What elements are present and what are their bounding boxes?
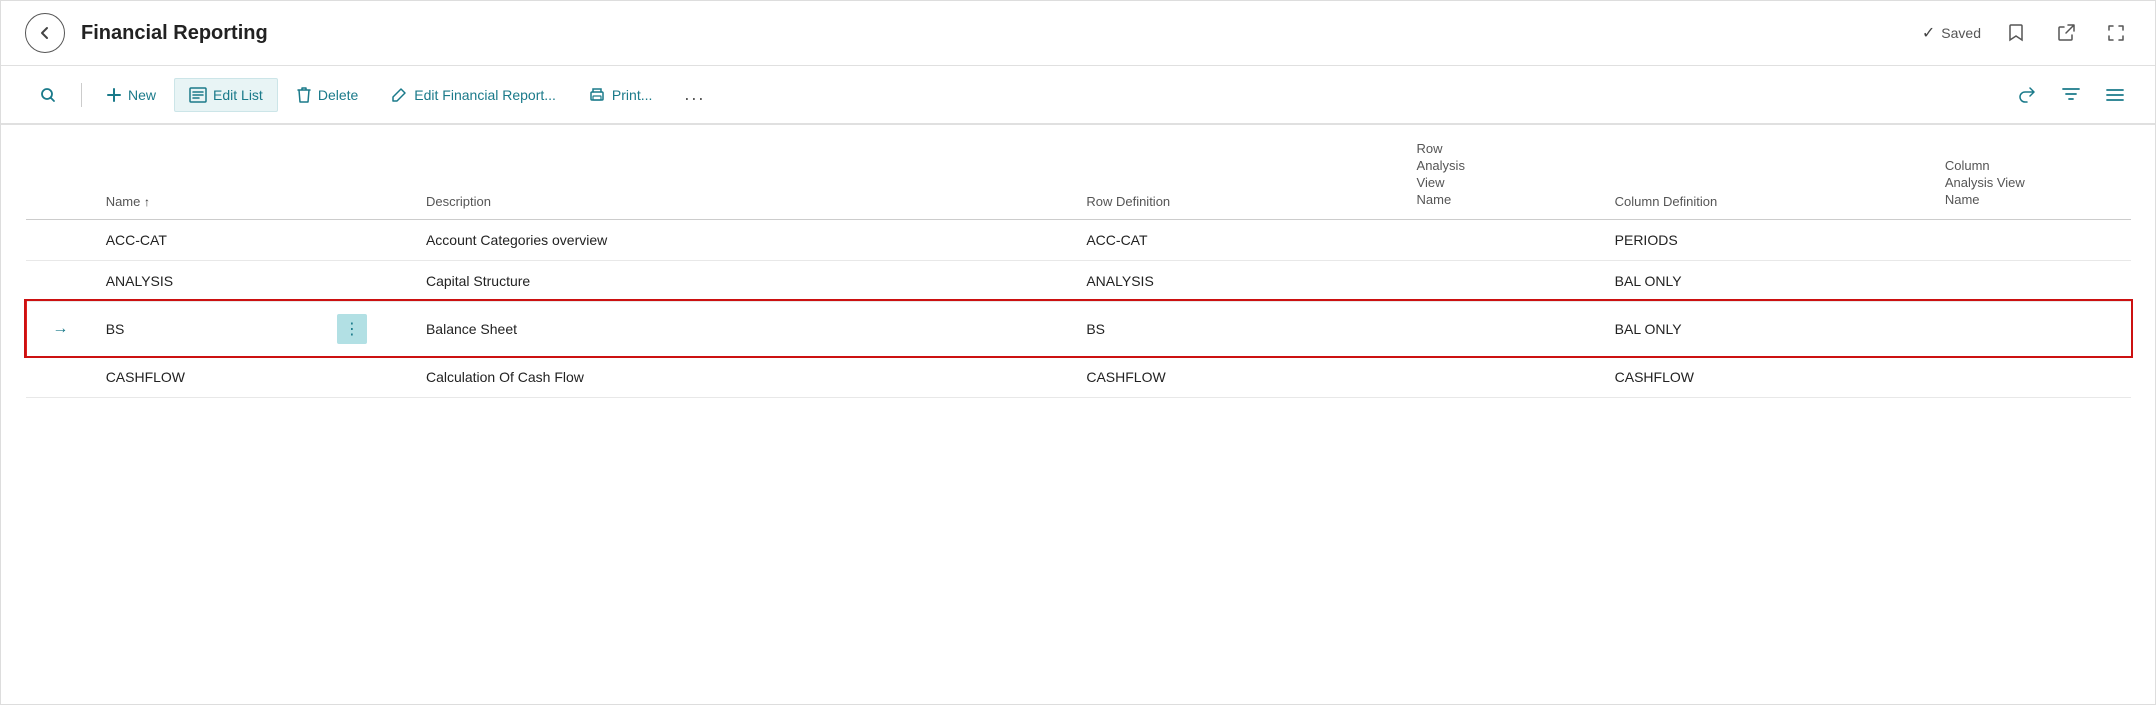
table-body: ACC-CATAccount Categories overviewACC-CA… — [26, 219, 2131, 397]
toolbar-right — [2011, 79, 2131, 111]
toolbar-separator-1 — [81, 83, 82, 107]
col-colanalysis-label: ColumnAnalysis ViewName — [1945, 158, 2025, 207]
table-row[interactable]: ACC-CATAccount Categories overviewACC-CA… — [26, 219, 2131, 260]
table-container: Name ↑ Description Row Definition RowAna… — [1, 125, 2155, 398]
cell-column-definition: BAL ONLY — [1603, 301, 1933, 356]
cell-description: Account Categories overview — [414, 219, 1074, 260]
cell-row-definition: ANALYSIS — [1074, 260, 1404, 301]
col-desc-label: Description — [426, 194, 491, 209]
more-label: ... — [684, 84, 705, 105]
row-arrow-indicator — [26, 260, 94, 301]
cell-column-analysis-view-name — [1933, 219, 2131, 260]
cell-action — [325, 219, 414, 260]
cell-action: ⋮ — [325, 301, 414, 356]
cell-column-definition: BAL ONLY — [1603, 260, 1933, 301]
cell-column-analysis-view-name — [1933, 301, 2131, 356]
row-context-menu-button[interactable]: ⋮ — [337, 314, 367, 344]
app-container: Financial Reporting ✓ Saved — [0, 0, 2156, 705]
more-button[interactable]: ... — [670, 76, 719, 113]
col-rowdef-header[interactable]: Row Definition — [1074, 125, 1404, 219]
col-desc-header[interactable]: Description — [414, 125, 1074, 219]
col-name-header[interactable]: Name ↑ — [94, 125, 325, 219]
cell-description: Capital Structure — [414, 260, 1074, 301]
cell-name: ACC-CAT — [94, 219, 325, 260]
cell-row-analysis-view-name — [1405, 356, 1603, 397]
table-row[interactable]: CASHFLOWCalculation Of Cash FlowCASHFLOW… — [26, 356, 2131, 397]
edit-report-button[interactable]: Edit Financial Report... — [376, 78, 570, 112]
expand-button[interactable] — [2101, 18, 2131, 48]
new-label: New — [128, 87, 156, 103]
edit-report-label: Edit Financial Report... — [414, 87, 556, 103]
search-button[interactable] — [25, 78, 71, 112]
table-row[interactable]: ANALYSISCapital StructureANALYSISBAL ONL… — [26, 260, 2131, 301]
cell-name: ANALYSIS — [94, 260, 325, 301]
table-row[interactable]: →BS⋮Balance SheetBSBAL ONLY — [26, 301, 2131, 356]
print-button[interactable]: Print... — [574, 78, 666, 112]
print-label: Print... — [612, 87, 652, 103]
page-title: Financial Reporting — [81, 22, 1906, 45]
open-in-new-button[interactable] — [2051, 18, 2081, 48]
columns-button[interactable] — [2099, 79, 2131, 111]
edit-list-button[interactable]: Edit List — [174, 78, 278, 112]
row-arrow-indicator — [26, 219, 94, 260]
filter-button[interactable] — [2055, 79, 2087, 111]
row-arrow-indicator — [26, 356, 94, 397]
cell-action — [325, 260, 414, 301]
cell-row-definition: BS — [1074, 301, 1404, 356]
toolbar: New Edit List Delete Edit Financial Repo… — [1, 66, 2155, 125]
header-actions: ✓ Saved — [1922, 18, 2131, 48]
cell-column-definition: CASHFLOW — [1603, 356, 1933, 397]
cell-column-analysis-view-name — [1933, 356, 2131, 397]
cell-action — [325, 356, 414, 397]
header: Financial Reporting ✓ Saved — [1, 1, 2155, 66]
col-coldef-label: Column Definition — [1615, 194, 1718, 209]
col-name-label: Name — [106, 194, 141, 209]
cell-description: Calculation Of Cash Flow — [414, 356, 1074, 397]
col-rowdef-label: Row Definition — [1086, 194, 1170, 209]
edit-list-label: Edit List — [213, 87, 263, 103]
back-button[interactable] — [25, 13, 65, 53]
cell-row-analysis-view-name — [1405, 219, 1603, 260]
cell-name: CASHFLOW — [94, 356, 325, 397]
cell-column-definition: PERIODS — [1603, 219, 1933, 260]
col-rowanalysis-header[interactable]: RowAnalysisViewName — [1405, 125, 1603, 219]
data-table: Name ↑ Description Row Definition RowAna… — [25, 125, 2131, 398]
col-coldef-header[interactable]: Column Definition — [1603, 125, 1933, 219]
table-header-row: Name ↑ Description Row Definition RowAna… — [26, 125, 2131, 219]
saved-label: Saved — [1941, 25, 1981, 41]
sort-asc-icon: ↑ — [144, 195, 150, 209]
cell-row-definition: ACC-CAT — [1074, 219, 1404, 260]
col-rowanalysis-label: RowAnalysisViewName — [1417, 141, 1465, 207]
cell-row-definition: CASHFLOW — [1074, 356, 1404, 397]
row-arrow-indicator: → — [26, 301, 94, 356]
cell-column-analysis-view-name — [1933, 260, 2131, 301]
saved-indicator: ✓ Saved — [1922, 23, 1981, 43]
check-icon: ✓ — [1922, 23, 1935, 43]
cell-description: Balance Sheet — [414, 301, 1074, 356]
col-action-header — [325, 125, 414, 219]
share-button[interactable] — [2011, 79, 2043, 111]
new-button[interactable]: New — [92, 79, 170, 111]
delete-label: Delete — [318, 87, 358, 103]
cell-row-analysis-view-name — [1405, 301, 1603, 356]
col-indicator-header — [26, 125, 94, 219]
bookmark-button[interactable] — [2001, 18, 2031, 48]
cell-row-analysis-view-name — [1405, 260, 1603, 301]
col-colanalysis-header[interactable]: ColumnAnalysis ViewName — [1933, 125, 2131, 219]
delete-button[interactable]: Delete — [282, 78, 372, 112]
cell-name: BS — [94, 301, 325, 356]
